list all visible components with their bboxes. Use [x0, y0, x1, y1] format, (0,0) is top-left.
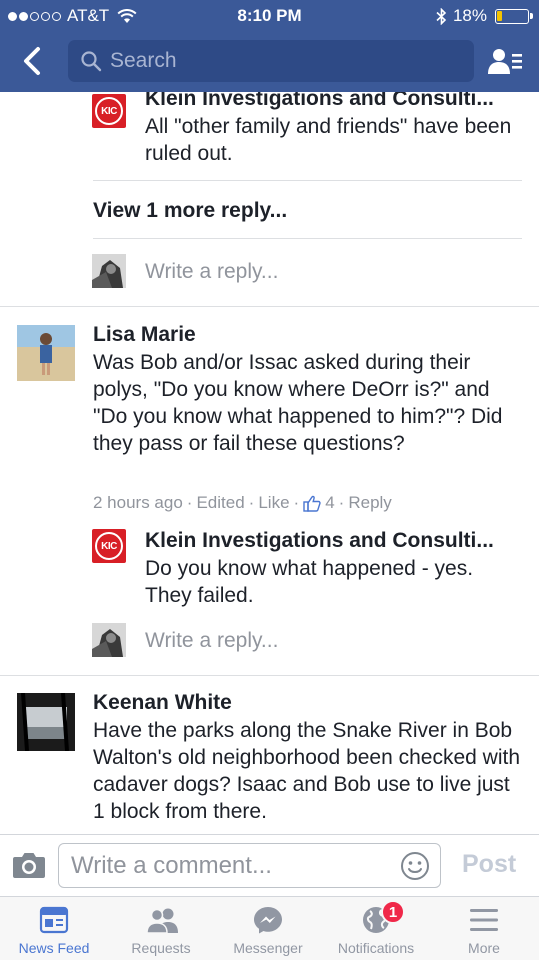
like-count[interactable]: 4 [325, 493, 334, 513]
tab-news-feed[interactable]: News Feed [0, 897, 108, 960]
tab-messenger[interactable]: Messenger [214, 897, 322, 960]
battery-percentage: 18% [452, 6, 487, 25]
search-input[interactable] [110, 49, 450, 73]
tab-label: Messenger [233, 940, 303, 956]
news-feed-icon [39, 906, 69, 934]
status-bar: AT&T 8:10 PM 18% [0, 0, 539, 32]
back-button[interactable] [18, 44, 48, 78]
tab-requests[interactable]: Requests [107, 897, 215, 960]
search-icon [81, 51, 102, 72]
hamburger-menu-icon [469, 906, 499, 934]
tab-label: Requests [131, 940, 191, 956]
comment-timestamp: 2 hours ago [93, 493, 183, 512]
notification-badge: 1 [381, 900, 405, 924]
user-photo-icon [92, 623, 126, 657]
comment-thread[interactable]: KIC Klein Investigations and Consulti...… [0, 92, 539, 834]
globe-icon: 1 [361, 900, 405, 934]
user-photo-icon [92, 254, 126, 288]
edited-label[interactable]: Edited [196, 493, 244, 513]
status-right: 18% [436, 6, 533, 26]
current-user-avatar [92, 254, 126, 288]
divider [93, 238, 522, 239]
view-more-replies-link[interactable]: View 1 more reply... [93, 199, 287, 223]
top-navigation-bar: AT&T 8:10 PM 18% [0, 0, 539, 92]
divider [93, 180, 522, 181]
messenger-icon [253, 906, 283, 934]
camera-button[interactable] [12, 851, 46, 879]
reply-button[interactable]: Reply [348, 493, 391, 513]
reply-text: All "other family and friends" have been… [145, 115, 512, 165]
tab-more[interactable]: More [430, 897, 538, 960]
write-reply-input[interactable]: Write a reply... [145, 260, 278, 284]
friend-list-icon [488, 49, 522, 74]
bottom-tab-bar: News Feed Requests Messenger 1 Notificat… [0, 896, 539, 960]
kic-logo-avatar: KIC [92, 529, 126, 563]
reply-avatar[interactable]: KIC [92, 94, 126, 128]
comment-author[interactable]: Keenan White [93, 691, 232, 715]
post-button[interactable]: Post [462, 850, 516, 879]
like-button[interactable]: Like [258, 493, 289, 513]
comment-divider [0, 675, 539, 676]
chevron-left-icon [24, 47, 40, 75]
tab-label: More [468, 940, 500, 956]
comment-divider [0, 306, 539, 307]
search-bar[interactable] [68, 40, 474, 82]
battery-icon [495, 8, 533, 24]
write-reply-input[interactable]: Write a reply... [145, 629, 278, 653]
lisa-marie-avatar[interactable] [17, 325, 75, 381]
kic-logo-avatar: KIC [92, 94, 126, 128]
comment-text: Have the parks along the Snake River in … [93, 719, 521, 823]
reply-author[interactable]: Klein Investigations and Consulti... [145, 529, 494, 553]
bluetooth-icon [436, 7, 447, 25]
comment-composer: Post [0, 834, 539, 896]
tab-label: Notifications [337, 940, 415, 956]
friend-list-button[interactable] [486, 44, 526, 78]
keenan-white-avatar[interactable] [17, 693, 75, 751]
comment-text: Was Bob and/or Issac asked during their … [93, 351, 503, 455]
comment-meta: 2 hours ago · Edited · Like · 4 · Reply [93, 493, 392, 513]
thumbs-up-icon[interactable] [303, 495, 321, 512]
smiley-icon[interactable] [400, 851, 430, 881]
profile-photo-icon [17, 325, 75, 381]
current-user-avatar [92, 623, 126, 657]
reply-avatar[interactable]: KIC [92, 529, 126, 563]
comment-field[interactable] [58, 843, 441, 888]
profile-photo-icon [17, 693, 75, 751]
camera-icon [13, 853, 45, 878]
tab-notifications[interactable]: 1 Notifications [322, 897, 430, 960]
tab-label: News Feed [18, 940, 90, 956]
comment-input[interactable] [71, 851, 391, 880]
reply-text: Do you know what happened - yes. They fa… [145, 557, 474, 607]
comment-author[interactable]: Lisa Marie [93, 323, 196, 347]
reply-author[interactable]: Klein Investigations and Consulti... [145, 92, 494, 111]
battery-fill [497, 10, 502, 21]
friend-requests-icon [146, 906, 178, 934]
